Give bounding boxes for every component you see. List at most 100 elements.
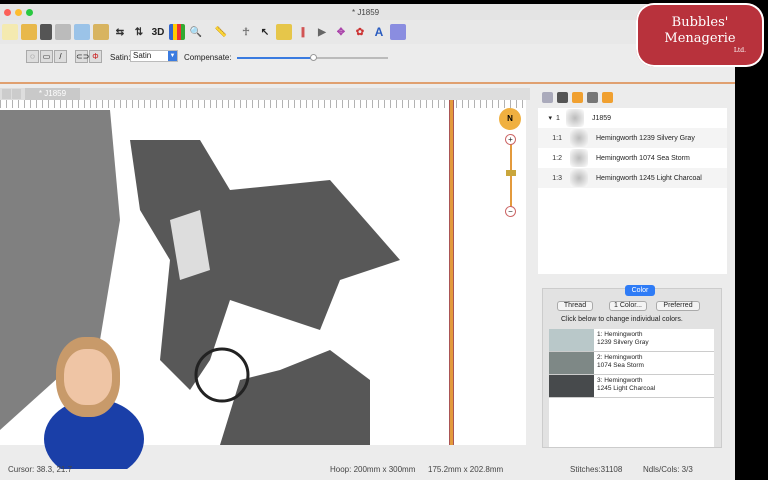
compensate-label: Compensate: xyxy=(184,53,232,62)
panel-toolbar xyxy=(542,92,613,103)
maximize-button[interactable] xyxy=(26,9,33,16)
dog-bottom xyxy=(220,350,370,445)
swatch-name: 1074 Sea Storm xyxy=(597,362,644,369)
play-icon[interactable]: ▶ xyxy=(314,24,330,40)
figure-icon[interactable]: ☥ xyxy=(238,24,254,40)
dog-standing xyxy=(130,140,400,390)
stitch-count: Stitches:31108 xyxy=(570,465,623,474)
thread-icon[interactable]: ∥ xyxy=(295,24,311,40)
expand-icon[interactable]: ▾ xyxy=(538,114,552,122)
swatch-row[interactable]: 1: Hemingworth 1239 Silvery Gray xyxy=(549,329,714,352)
cube-icon[interactable] xyxy=(390,24,406,40)
mirror-vertical-icon[interactable]: ⇅ xyxy=(131,24,147,40)
line-select-icon[interactable]: / xyxy=(54,50,67,63)
ungroup-icon[interactable] xyxy=(557,92,568,103)
rect-select-icon[interactable]: ▭ xyxy=(40,50,53,63)
ruler-icon[interactable]: 📏 xyxy=(213,24,229,40)
mirror-horizontal-icon[interactable]: ⇆ xyxy=(112,24,128,40)
swatch-row[interactable]: 3: Hemingworth 1245 Light Charcoal xyxy=(549,375,714,398)
close-button[interactable] xyxy=(4,9,11,16)
tree-root[interactable]: ▾ 1 J1859 xyxy=(538,108,727,128)
slider-thumb[interactable] xyxy=(309,54,317,61)
color-hint: Click below to change individual colors. xyxy=(561,316,683,323)
print-icon[interactable] xyxy=(55,24,71,40)
link-icon[interactable]: ⊂⊃ xyxy=(75,50,89,63)
presenter-webcam xyxy=(24,329,150,469)
zoom-icon[interactable]: 🔍 xyxy=(188,24,204,40)
compensate-slider[interactable] xyxy=(237,54,388,61)
options-bar: ◌ ▭ / ⊂⊃ Φ Satin: Satin ▼ Compensate: xyxy=(0,44,735,84)
paste-icon[interactable] xyxy=(93,24,109,40)
logo-line: Ltd. xyxy=(733,47,746,54)
main-toolbar: ⇆ ⇅ 3D 🔍 📏 ☥ ↖ ∥ ▶ ✥ ✿ A xyxy=(0,20,735,44)
swatch-color xyxy=(549,352,594,374)
root-number: 1 xyxy=(556,114,560,122)
satin-label: Satin: xyxy=(110,53,131,62)
satin-select[interactable]: Satin ▼ xyxy=(130,50,178,62)
swatch-row[interactable]: 2: Hemingworth 1074 Sea Storm xyxy=(549,352,714,375)
logo: Bubbles' Menagerie Ltd. xyxy=(636,3,764,67)
cursor-position: Cursor: 38.3, 21.7 xyxy=(8,465,73,474)
transform-icon[interactable]: ✥ xyxy=(333,24,349,40)
preferred-button[interactable]: Preferred xyxy=(656,301,700,311)
slider-fill xyxy=(237,57,313,59)
item-number: 1:1 xyxy=(552,134,562,142)
item-name: Hemingworth 1245 Light Charcoal xyxy=(596,174,702,182)
color-panel: Color Thread 1 Color... Preferred Click … xyxy=(542,285,722,448)
unlock-icon[interactable] xyxy=(602,92,613,103)
swatch-label: 2: Hemingworth xyxy=(597,354,643,361)
swatch-name: 1245 Light Charcoal xyxy=(597,385,656,392)
color-icon[interactable]: ✿ xyxy=(352,24,368,40)
save-icon[interactable] xyxy=(40,24,52,40)
new-icon[interactable] xyxy=(2,24,18,40)
app-window: * J1859 ⇆ ⇅ 3D 🔍 📏 ☥ ↖ ∥ ▶ ✥ ✿ A ◌ ▭ / ⊂… xyxy=(0,4,735,480)
thread-thumbnail xyxy=(570,129,588,147)
group-icon[interactable] xyxy=(542,92,553,103)
window-title: * J1859 xyxy=(352,8,380,17)
status-bar: Cursor: 38.3, 21.7 Hoop: 200mm x 300mm 1… xyxy=(0,460,735,480)
logo-line: Bubbles' xyxy=(671,15,729,30)
swatch-name: 1239 Silvery Gray xyxy=(597,339,649,346)
item-name: Hemingworth 1239 Silvery Gray xyxy=(596,134,695,142)
open-icon[interactable] xyxy=(21,24,37,40)
item-number: 1:2 xyxy=(552,154,562,162)
swatch-list: 1: Hemingworth 1239 Silvery Gray 2: Hemin… xyxy=(549,329,714,447)
zoom-thumb[interactable] xyxy=(506,170,516,176)
copy-icon[interactable] xyxy=(74,24,90,40)
minimize-button[interactable] xyxy=(15,9,22,16)
text-icon[interactable]: A xyxy=(371,24,387,40)
chevron-down-icon: ▼ xyxy=(168,51,177,61)
tree-item[interactable]: 1:2 Hemingworth 1074 Sea Storm xyxy=(538,148,727,168)
3d-view-icon[interactable]: 3D xyxy=(150,24,166,40)
tab-document[interactable]: * J1859 xyxy=(25,88,80,100)
one-color-button[interactable]: 1 Color... xyxy=(609,301,647,311)
lock-icon[interactable] xyxy=(572,92,583,103)
scroll-right-icon[interactable] xyxy=(12,89,21,99)
tab-color[interactable]: Color xyxy=(625,285,655,296)
swatch-color xyxy=(549,329,594,351)
select-icon[interactable]: ↖ xyxy=(257,24,273,40)
satin-value: Satin xyxy=(133,51,152,60)
zoom-in-icon[interactable]: + xyxy=(505,134,516,145)
thread-thumbnail xyxy=(570,149,588,167)
item-name: Hemingworth 1074 Sea Storm xyxy=(596,154,690,162)
needles-colors: Ndls/Cols: 3/3 xyxy=(643,465,693,474)
lasso-select-icon[interactable]: ◌ xyxy=(26,50,39,63)
zoom-out-icon[interactable]: − xyxy=(505,206,516,217)
tree-item[interactable]: 1:3 Hemingworth 1245 Light Charcoal xyxy=(538,168,727,188)
compass-icon[interactable]: N xyxy=(499,108,521,130)
design-tree: ▾ 1 J1859 1:1 Hemingworth 1239 Silvery Gray… xyxy=(538,108,727,274)
chart-icon[interactable] xyxy=(169,24,185,40)
swatch-color xyxy=(549,375,594,397)
frame-icon[interactable] xyxy=(276,24,292,40)
design-thumbnail xyxy=(566,109,584,127)
thread-button[interactable]: Thread xyxy=(557,301,593,311)
title-bar: * J1859 xyxy=(0,4,735,20)
scroll-left-icon[interactable] xyxy=(2,89,11,99)
delete-icon[interactable] xyxy=(587,92,598,103)
tree-item[interactable]: 1:1 Hemingworth 1239 Silvery Gray xyxy=(538,128,727,148)
split-icon[interactable]: Φ xyxy=(89,50,102,63)
hoop-size: Hoop: 200mm x 300mm xyxy=(330,465,416,474)
zoom-control[interactable]: N + − xyxy=(499,108,521,218)
thread-thumbnail xyxy=(570,169,588,187)
